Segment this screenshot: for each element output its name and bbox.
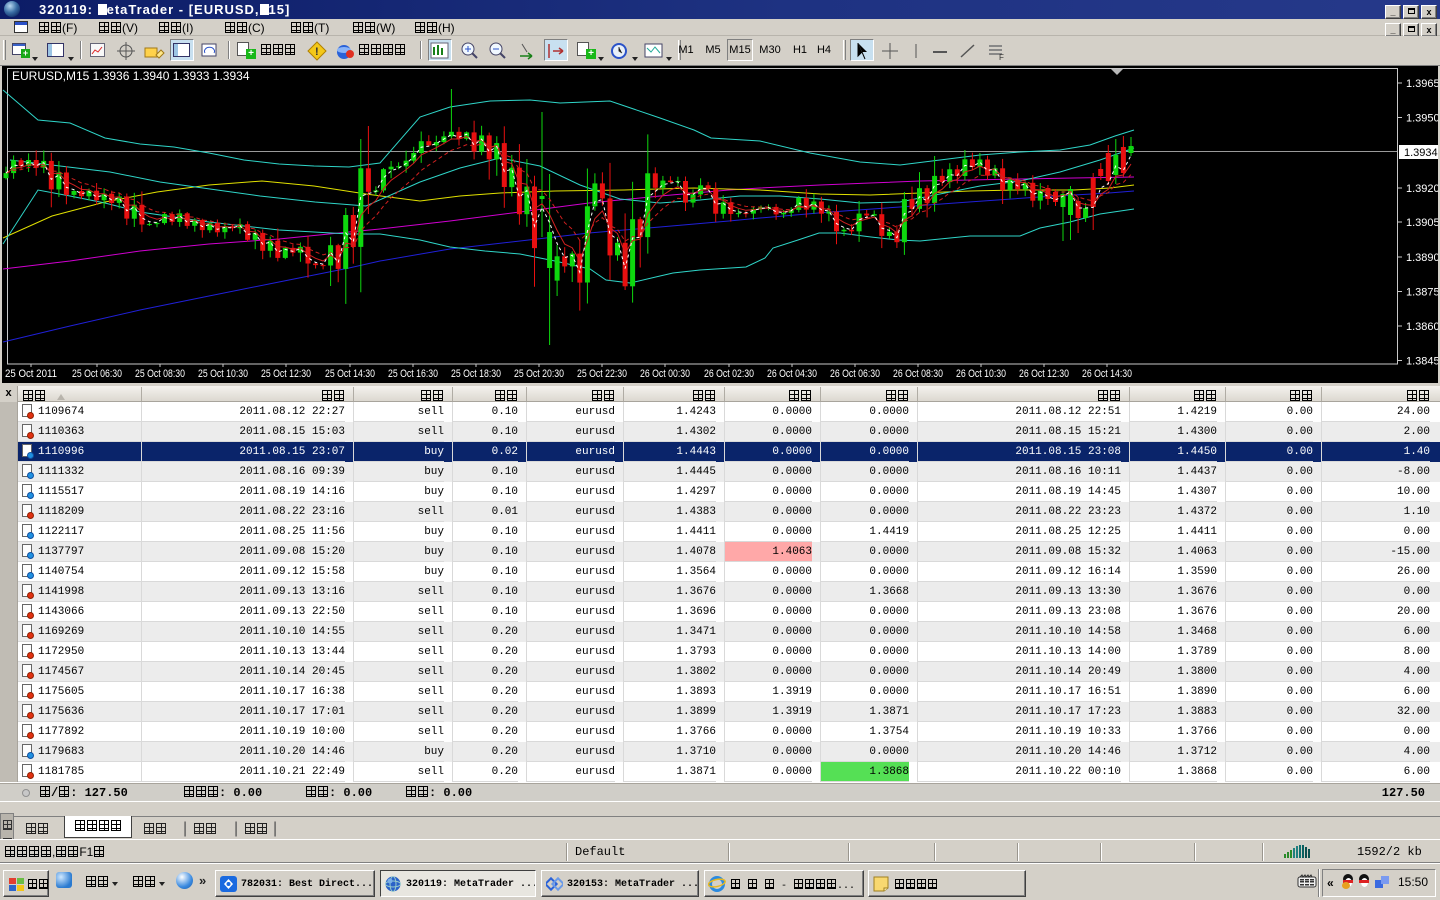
- svg-text:26 Oct 14:30: 26 Oct 14:30: [1082, 368, 1132, 380]
- svg-text:26 Oct 02:30: 26 Oct 02:30: [704, 368, 754, 380]
- svg-text:1.3860: 1.3860: [1406, 321, 1440, 333]
- svg-text:1.3920: 1.3920: [1406, 183, 1440, 195]
- svg-text:25 Oct 06:30: 25 Oct 06:30: [72, 368, 122, 380]
- svg-text:25 Oct 20:30: 25 Oct 20:30: [514, 368, 564, 380]
- svg-text:26 Oct 04:30: 26 Oct 04:30: [767, 368, 817, 380]
- svg-text:F: F: [999, 53, 1004, 62]
- svg-text:26 Oct 12:30: 26 Oct 12:30: [1019, 368, 1069, 380]
- svg-text:!: !: [315, 46, 319, 58]
- svg-text:1.3845: 1.3845: [1406, 356, 1440, 368]
- svg-text:26 Oct 10:30: 26 Oct 10:30: [956, 368, 1006, 380]
- svg-text:1.3934: 1.3934: [1404, 147, 1438, 159]
- svg-text:25 Oct 18:30: 25 Oct 18:30: [451, 368, 501, 380]
- svg-text:25 Oct 08:30: 25 Oct 08:30: [135, 368, 185, 380]
- svg-text:25 Oct 2011: 25 Oct 2011: [5, 368, 57, 380]
- svg-text:25 Oct 16:30: 25 Oct 16:30: [388, 368, 438, 380]
- svg-text:1.3890: 1.3890: [1406, 252, 1440, 264]
- svg-text:26 Oct 08:30: 26 Oct 08:30: [893, 368, 943, 380]
- svg-text:25 Oct 22:30: 25 Oct 22:30: [577, 368, 627, 380]
- svg-text:25 Oct 12:30: 25 Oct 12:30: [261, 368, 311, 380]
- svg-text:1.3965: 1.3965: [1406, 78, 1440, 90]
- svg-text:1.3875: 1.3875: [1406, 287, 1440, 299]
- svg-text:26 Oct 06:30: 26 Oct 06:30: [830, 368, 880, 380]
- svg-text:1.3950: 1.3950: [1406, 113, 1440, 125]
- svg-text:25 Oct 10:30: 25 Oct 10:30: [198, 368, 248, 380]
- svg-text:EURUSD,M15 1.3936 1.3940 1.39: EURUSD,M15 1.3936 1.3940 1.3933 1.3934: [12, 69, 250, 83]
- svg-text:25 Oct 14:30: 25 Oct 14:30: [325, 368, 375, 380]
- svg-text:1.3905: 1.3905: [1406, 217, 1440, 229]
- svg-text:26 Oct 00:30: 26 Oct 00:30: [640, 368, 690, 380]
